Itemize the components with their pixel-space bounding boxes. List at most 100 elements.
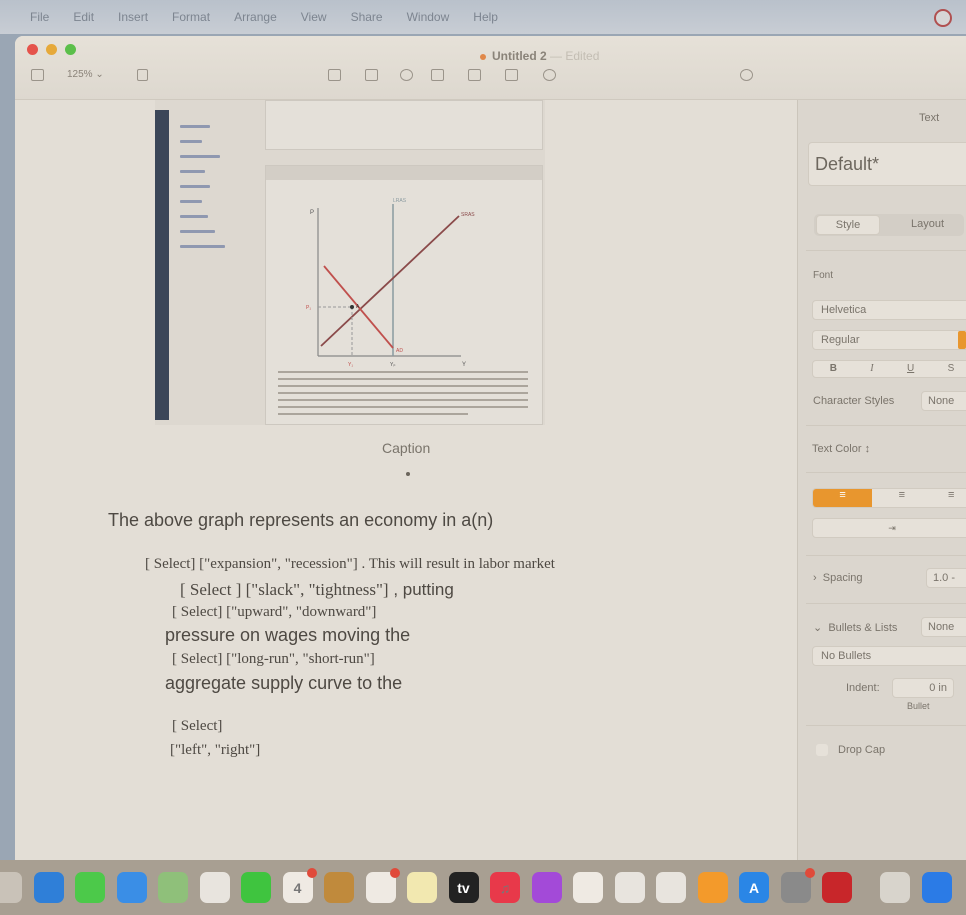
pages-icon[interactable] (697, 872, 728, 903)
news-icon[interactable] (573, 872, 603, 903)
select-line-3[interactable]: [ Select] ["upward", "downward"] (172, 604, 376, 621)
notification-badge (389, 868, 400, 878)
numbers-icon[interactable] (656, 872, 686, 903)
contacts-icon[interactable] (324, 872, 354, 903)
minimize-button[interactable] (46, 44, 57, 55)
menu-insert[interactable]: Insert (118, 10, 148, 24)
messages-icon[interactable] (75, 872, 105, 903)
zoom-icon[interactable] (922, 872, 952, 903)
shape-icon[interactable] (431, 69, 444, 81)
safari-icon[interactable] (33, 872, 64, 903)
bold-button[interactable]: B (830, 363, 837, 377)
collaborate-icon[interactable] (543, 69, 556, 81)
system-preferences-icon[interactable] (780, 868, 815, 903)
align-center-button[interactable]: ≡ (872, 489, 931, 507)
paragraph-style-select[interactable]: Default* (808, 142, 966, 186)
notes-icon[interactable] (407, 872, 437, 903)
p1-label: P₁ (306, 305, 311, 311)
italic-button[interactable]: I (870, 363, 873, 377)
select-line-8[interactable]: ["left", "right"] (170, 742, 260, 759)
menu-edit[interactable]: Edit (73, 10, 94, 24)
select-line-1[interactable]: [ Select] ["expansion", "recession"] . T… (145, 556, 555, 573)
menu-share[interactable]: Share (351, 10, 383, 24)
bullets-select[interactable]: None (921, 617, 966, 637)
zoom-select[interactable]: 125% ⌄ (67, 69, 104, 80)
question-text[interactable]: The above graph represents an economy in… (108, 510, 493, 531)
yp-label: Yₚ (390, 362, 395, 368)
pages-window: Untitled 2 — Edited 125% ⌄ P Y LRAS SRAS… (15, 36, 966, 860)
menu-file[interactable]: File (30, 10, 49, 24)
sras-label: SRAS (461, 212, 475, 218)
reminders-icon[interactable] (365, 868, 400, 903)
dock: 4 tv ♫ A (0, 860, 966, 915)
window-title: Untitled 2 — Edited (480, 49, 599, 63)
font-select[interactable]: Helvetica (812, 300, 966, 320)
chart-icon[interactable] (365, 69, 378, 81)
comment-icon[interactable] (505, 69, 518, 81)
body-line-4[interactable]: pressure on wages moving the (165, 625, 410, 646)
select-line-5[interactable]: [ Select] ["long-run", "short-run"] (172, 651, 375, 668)
close-button[interactable] (27, 44, 38, 55)
font-weight-select[interactable]: Regular (812, 330, 966, 350)
text-icon[interactable] (400, 69, 413, 81)
photos-icon[interactable] (199, 872, 230, 903)
body-line-6[interactable]: aggregate supply curve to the (165, 673, 402, 694)
lras-label: LRAS (393, 198, 407, 204)
strikethrough-button[interactable]: S (948, 363, 955, 377)
document-canvas[interactable]: P Y LRAS SRAS AD A P₁ Y₁ Yₚ Caption The … (15, 100, 797, 860)
acrobat-icon[interactable] (822, 872, 852, 903)
text-tab[interactable]: Text (919, 112, 939, 124)
bullet-label: Bullet (907, 701, 930, 711)
align-right-button[interactable]: ≡ (932, 489, 966, 507)
user-icon[interactable] (934, 9, 952, 27)
drop-cap-label: Drop Cap (838, 744, 886, 756)
sidebar-icon[interactable] (31, 69, 44, 81)
caption[interactable]: Caption (382, 440, 430, 456)
menu-help[interactable]: Help (473, 10, 498, 24)
drop-cap-checkbox[interactable] (816, 744, 828, 756)
bullets-disclosure[interactable]: ⌄ Bullets & Lists (813, 621, 897, 634)
insert-page-icon[interactable] (137, 69, 148, 81)
maps-icon[interactable] (158, 872, 188, 903)
calculator-icon[interactable] (880, 872, 910, 903)
question-card: P Y LRAS SRAS AD A P₁ Y₁ Yₚ (265, 165, 543, 425)
music-icon[interactable]: ♫ (490, 872, 520, 903)
menu-format[interactable]: Format (172, 10, 210, 24)
p-axis-label: P (310, 210, 314, 216)
facetime-icon[interactable] (241, 872, 271, 903)
ad-label: AD (396, 348, 403, 354)
select-line-2[interactable]: [ Select ] ["slack", "tightness"] , putt… (180, 580, 454, 600)
embedded-screenshot[interactable]: P Y LRAS SRAS AD A P₁ Y₁ Yₚ (155, 100, 545, 425)
mail-icon[interactable] (116, 872, 147, 903)
menu-arrange[interactable]: Arrange (234, 10, 277, 24)
spacing-disclosure[interactable]: › Spacing (813, 572, 863, 584)
layout-tab[interactable]: Layout (911, 218, 944, 230)
launchpad-icon[interactable] (0, 872, 22, 903)
menu-view[interactable]: View (301, 10, 327, 24)
sras-curve (320, 215, 460, 347)
indent-buttons[interactable]: ⇥ (812, 518, 966, 538)
format-sidebar: Text Default* Style Layout Font Helvetic… (797, 100, 966, 860)
tv-icon[interactable]: tv (448, 872, 479, 903)
menu-window[interactable]: Window (407, 10, 450, 24)
style-tab[interactable]: Style (816, 215, 880, 235)
bullet-type-select[interactable]: No Bullets (812, 646, 966, 666)
character-styles-select[interactable]: None (921, 391, 966, 411)
notification-badge (804, 868, 815, 878)
align-left-button[interactable]: ≡ (813, 489, 873, 507)
spacing-select[interactable]: 1.0 - (926, 568, 966, 588)
text-color-select[interactable]: Text Color ↕ (812, 443, 870, 455)
media-icon[interactable] (468, 69, 481, 81)
app-store-icon[interactable]: A (739, 872, 769, 903)
select-line-7[interactable]: [ Select] (172, 718, 222, 735)
screenshot-sidebar (155, 110, 169, 420)
table-icon[interactable] (328, 69, 341, 81)
keynote-icon[interactable] (614, 872, 645, 903)
zoom-window-button[interactable] (65, 44, 76, 55)
character-styles-label: Character Styles (813, 395, 895, 407)
calendar-icon[interactable]: 4 (282, 868, 317, 903)
podcasts-icon[interactable] (531, 872, 562, 903)
underline-button[interactable]: U (907, 363, 914, 377)
share-icon[interactable] (740, 69, 753, 81)
indent-input[interactable]: 0 in (892, 678, 954, 698)
